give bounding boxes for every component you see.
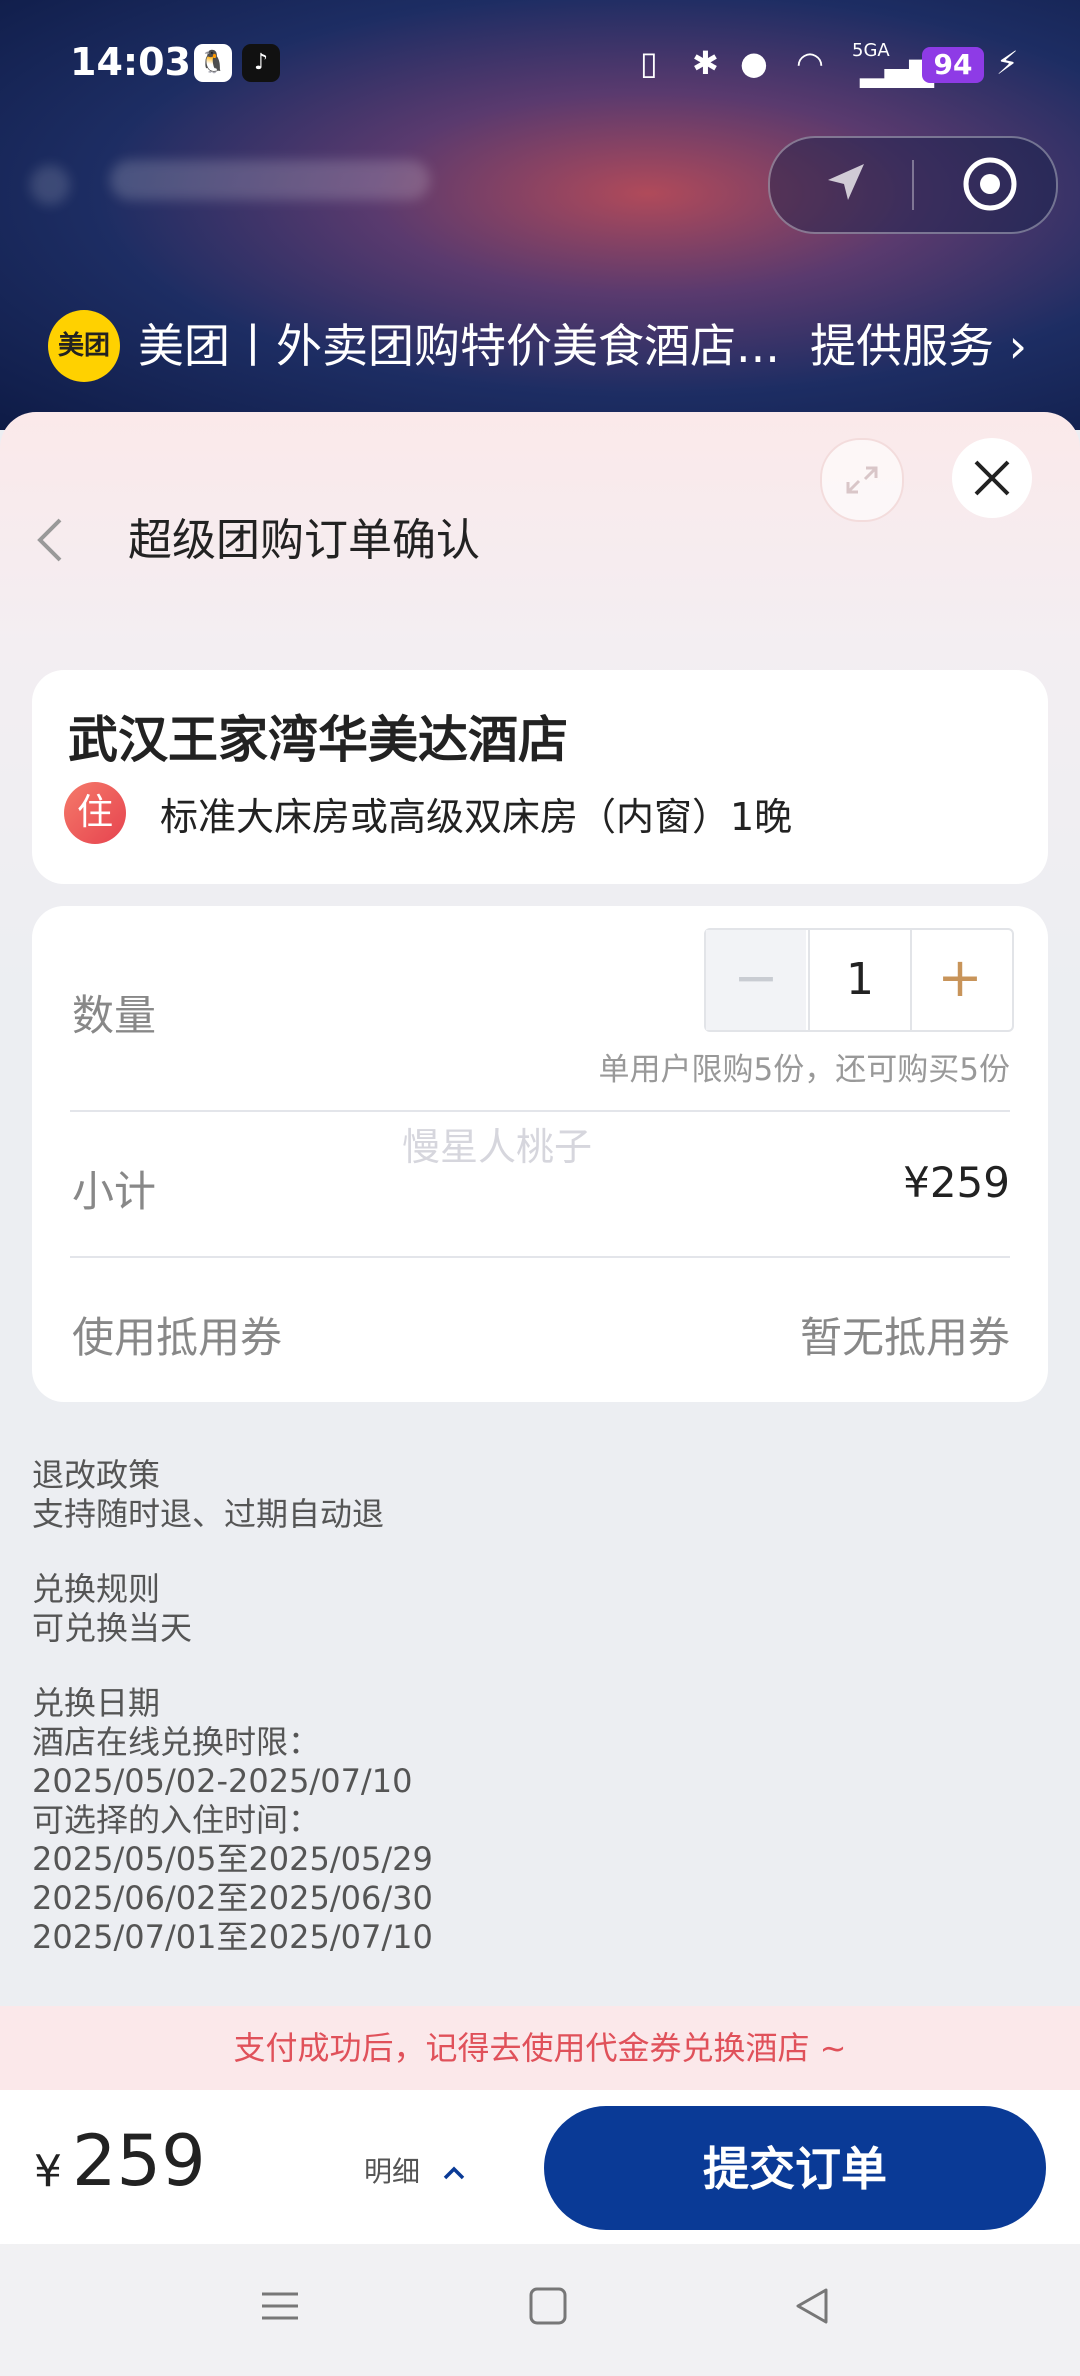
checkout-bar: ¥ 259 明细 提交订单 — [0, 2090, 1080, 2244]
status-time: 14:03 — [70, 40, 191, 84]
policy-body: 支持随时退、过期自动退 — [32, 1495, 385, 1533]
capsule-divider — [912, 160, 914, 210]
douyin-app-icon: ♪ — [242, 44, 280, 82]
location-arrow-button[interactable] — [820, 158, 870, 212]
policy-body: 酒店在线兑换时限： 2025/05/02-2025/07/10 可选择的入住时间… — [32, 1723, 433, 1956]
wifi-icon: ◠ — [796, 44, 824, 82]
total-price: 259 — [72, 2120, 206, 2202]
purchase-limit-note: 单用户限购5份，还可购买5份 — [598, 1052, 1010, 1088]
location-icon: ● — [740, 44, 768, 82]
location-arrow-icon — [828, 164, 864, 200]
close-button[interactable] — [952, 438, 1032, 518]
status-bar: 14:03 🐧 ♪ ▯ ✱ ● ◠ 5GA ▂▄▆ 94 ⚡ — [0, 0, 1080, 130]
vibrate-icon: ▯ — [640, 44, 658, 82]
miniprogram-info-row[interactable]: 美团 美团丨外卖团购特价美食酒店... 提供服务 › — [48, 310, 1048, 382]
coupon-row[interactable]: 使用抵用券 暂无抵用券 — [32, 1258, 1048, 1402]
system-navigation-bar — [0, 2244, 1080, 2376]
quantity-value[interactable]: 1 — [808, 930, 912, 1030]
back-nav-button[interactable] — [790, 2284, 834, 2332]
service-link-label: 提供服务 — [810, 319, 994, 373]
subtotal-label: 小计 — [72, 1167, 157, 1216]
menu-nav-button[interactable] — [258, 2284, 302, 2332]
back-triangle-icon — [796, 2288, 828, 2324]
hotel-card: 武汉王家湾华美达酒店 住 标准大床房或高级双床房（内窗）1晚 — [32, 670, 1048, 884]
home-nav-button[interactable] — [526, 2284, 570, 2332]
price-detail-toggle[interactable]: 明细 — [364, 2150, 469, 2190]
divider — [70, 1110, 1010, 1112]
home-square-icon — [529, 2287, 567, 2325]
submit-order-button[interactable]: 提交订单 — [544, 2106, 1046, 2230]
miniprogram-title: 美团丨外卖团购特价美食酒店... — [138, 319, 780, 373]
exchange-dates: 兑换日期 酒店在线兑换时限： 2025/05/02-2025/07/10 可选择… — [32, 1684, 433, 1957]
blurred-page-title — [110, 160, 430, 200]
decrease-button[interactable]: − — [706, 930, 806, 1030]
policy-title: 退改政策 — [32, 1456, 161, 1494]
policy-title: 兑换日期 — [32, 1684, 161, 1722]
policy-body: 可兑换当天 — [32, 1609, 193, 1647]
increase-button[interactable]: + — [910, 930, 1010, 1030]
subtotal-value: ¥259 — [903, 1158, 1010, 1207]
expand-button[interactable] — [820, 438, 904, 522]
coupon-value: 暂无抵用券 — [799, 1313, 1010, 1362]
menu-icon — [262, 2292, 298, 2320]
coupon-label: 使用抵用券 — [72, 1313, 283, 1362]
payment-notice: 支付成功后，记得去使用代金券兑换酒店 ~ — [0, 2006, 1080, 2090]
quantity-stepper: − 1 + — [704, 928, 1014, 1032]
policy-title: 兑换规则 — [32, 1570, 161, 1608]
expand-icon — [846, 466, 878, 494]
hotel-name: 武汉王家湾华美达酒店 — [68, 711, 568, 769]
close-miniprogram-button[interactable] — [962, 156, 1018, 216]
service-link[interactable]: 提供服务 › — [810, 316, 1027, 376]
room-description: 标准大床房或高级双床房（内窗）1晚 — [160, 795, 793, 839]
order-card: 数量 − 1 + 单用户限购5份，还可购买5份 慢星人桃子 小计 ¥259 使用… — [32, 906, 1048, 1402]
miniprogram-capsule — [768, 136, 1058, 234]
watermark-text: 慢星人桃子 — [402, 1125, 593, 1169]
bluetooth-icon: ✱ — [692, 44, 719, 82]
back-button[interactable] — [30, 512, 70, 579]
stay-badge: 住 — [64, 782, 126, 844]
meituan-logo: 美团 — [48, 310, 120, 382]
refund-policy: 退改政策 支持随时退、过期自动退 — [32, 1456, 384, 1534]
page-title: 超级团购订单确认 — [128, 515, 480, 566]
chevron-left-icon — [37, 518, 62, 562]
qq-app-icon: 🐧 — [194, 44, 232, 82]
battery-indicator: 94 — [922, 47, 984, 83]
quantity-label: 数量 — [72, 991, 157, 1040]
close-icon — [974, 460, 1010, 496]
target-icon — [963, 157, 1017, 211]
currency-symbol: ¥ — [34, 2146, 62, 2197]
chevron-up-icon — [443, 2166, 465, 2180]
chevron-right-icon: › — [1008, 319, 1028, 373]
blurred-back-icon — [30, 165, 70, 205]
exchange-rule: 兑换规则 可兑换当天 — [32, 1570, 192, 1648]
charging-icon: ⚡ — [996, 44, 1019, 82]
detail-label: 明细 — [364, 2155, 421, 2188]
